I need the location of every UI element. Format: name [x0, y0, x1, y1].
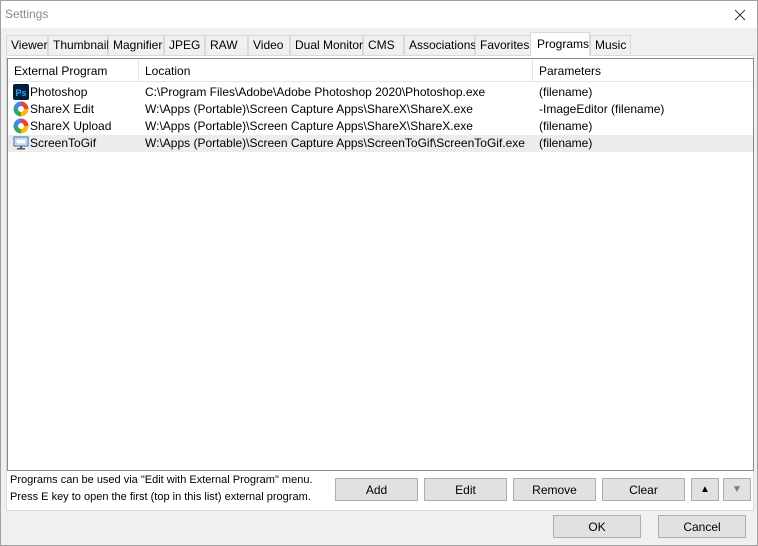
move-up-button[interactable]: ▲: [691, 478, 719, 501]
svg-text:Ps: Ps: [16, 88, 27, 98]
program-name: Photoshop: [30, 85, 88, 99]
clear-button[interactable]: Clear: [602, 478, 685, 501]
remove-button[interactable]: Remove: [513, 478, 596, 501]
program-parameters: (filename): [539, 136, 593, 150]
tab-viewer[interactable]: Viewer: [6, 35, 48, 55]
program-location: W:\Apps (Portable)\Screen Capture Apps\S…: [145, 136, 525, 150]
column-external-program[interactable]: External Program: [8, 59, 139, 82]
sharex-icon: [13, 101, 29, 117]
program-parameters: (filename): [539, 85, 593, 99]
tab-thumbnail[interactable]: Thumbnail: [48, 35, 109, 55]
programs-panel: External Program Location Parameters Ps …: [6, 55, 754, 511]
tab-favorites[interactable]: Favorites: [475, 35, 531, 55]
program-parameters: (filename): [539, 119, 593, 133]
column-parameters[interactable]: Parameters: [533, 59, 753, 82]
window-title: Settings: [5, 7, 49, 21]
shortcut-hint: Press E key to open the first (top in th…: [10, 491, 311, 503]
move-down-button[interactable]: ▼: [723, 478, 751, 501]
list-item[interactable]: ShareX Upload W:\Apps (Portable)\Screen …: [8, 118, 753, 135]
screentogif-icon: [13, 135, 29, 151]
close-button[interactable]: [723, 1, 757, 28]
tab-associations[interactable]: Associations: [404, 35, 476, 55]
settings-window: Settings Viewer Thumbnail Magnifier JPEG…: [0, 0, 758, 546]
tab-jpeg[interactable]: JPEG: [164, 35, 205, 55]
ok-button[interactable]: OK: [553, 515, 641, 538]
list-item[interactable]: ShareX Edit W:\Apps (Portable)\Screen Ca…: [8, 101, 753, 118]
program-location: C:\Program Files\Adobe\Adobe Photoshop 2…: [145, 85, 486, 99]
photoshop-icon: Ps: [13, 84, 29, 100]
program-location: W:\Apps (Portable)\Screen Capture Apps\S…: [145, 119, 473, 133]
tab-programs[interactable]: Programs: [530, 32, 590, 56]
add-button[interactable]: Add: [335, 478, 418, 501]
tab-cms[interactable]: CMS: [363, 35, 404, 55]
close-icon: [734, 9, 746, 20]
program-name: ShareX Edit: [30, 102, 95, 116]
tab-music[interactable]: Music: [590, 35, 631, 55]
tab-video[interactable]: Video: [248, 35, 290, 55]
list-item[interactable]: ScreenToGif W:\Apps (Portable)\Screen Ca…: [8, 135, 753, 152]
tab-magnifier[interactable]: Magnifier: [108, 35, 164, 55]
tab-raw[interactable]: RAW: [205, 35, 248, 55]
list-header: External Program Location Parameters: [8, 59, 753, 82]
program-name: ShareX Upload: [30, 119, 112, 133]
program-parameters: -ImageEditor (filename): [539, 102, 665, 116]
cancel-button[interactable]: Cancel: [658, 515, 746, 538]
arrow-up-icon: ▲: [700, 484, 710, 495]
tab-dual-monitor[interactable]: Dual Monitor: [290, 35, 363, 55]
program-name: ScreenToGif: [30, 136, 97, 150]
external-programs-list[interactable]: External Program Location Parameters Ps …: [7, 58, 754, 471]
edit-button[interactable]: Edit: [424, 478, 507, 501]
usage-hint: Programs can be used via "Edit with Exte…: [10, 474, 313, 486]
sharex-icon: [13, 118, 29, 134]
column-location[interactable]: Location: [139, 59, 533, 82]
title-bar: Settings: [1, 1, 757, 28]
program-location: W:\Apps (Portable)\Screen Capture Apps\S…: [145, 102, 473, 116]
list-item[interactable]: Ps Photoshop C:\Program Files\Adobe\Adob…: [8, 84, 753, 101]
arrow-down-icon: ▼: [732, 484, 742, 495]
